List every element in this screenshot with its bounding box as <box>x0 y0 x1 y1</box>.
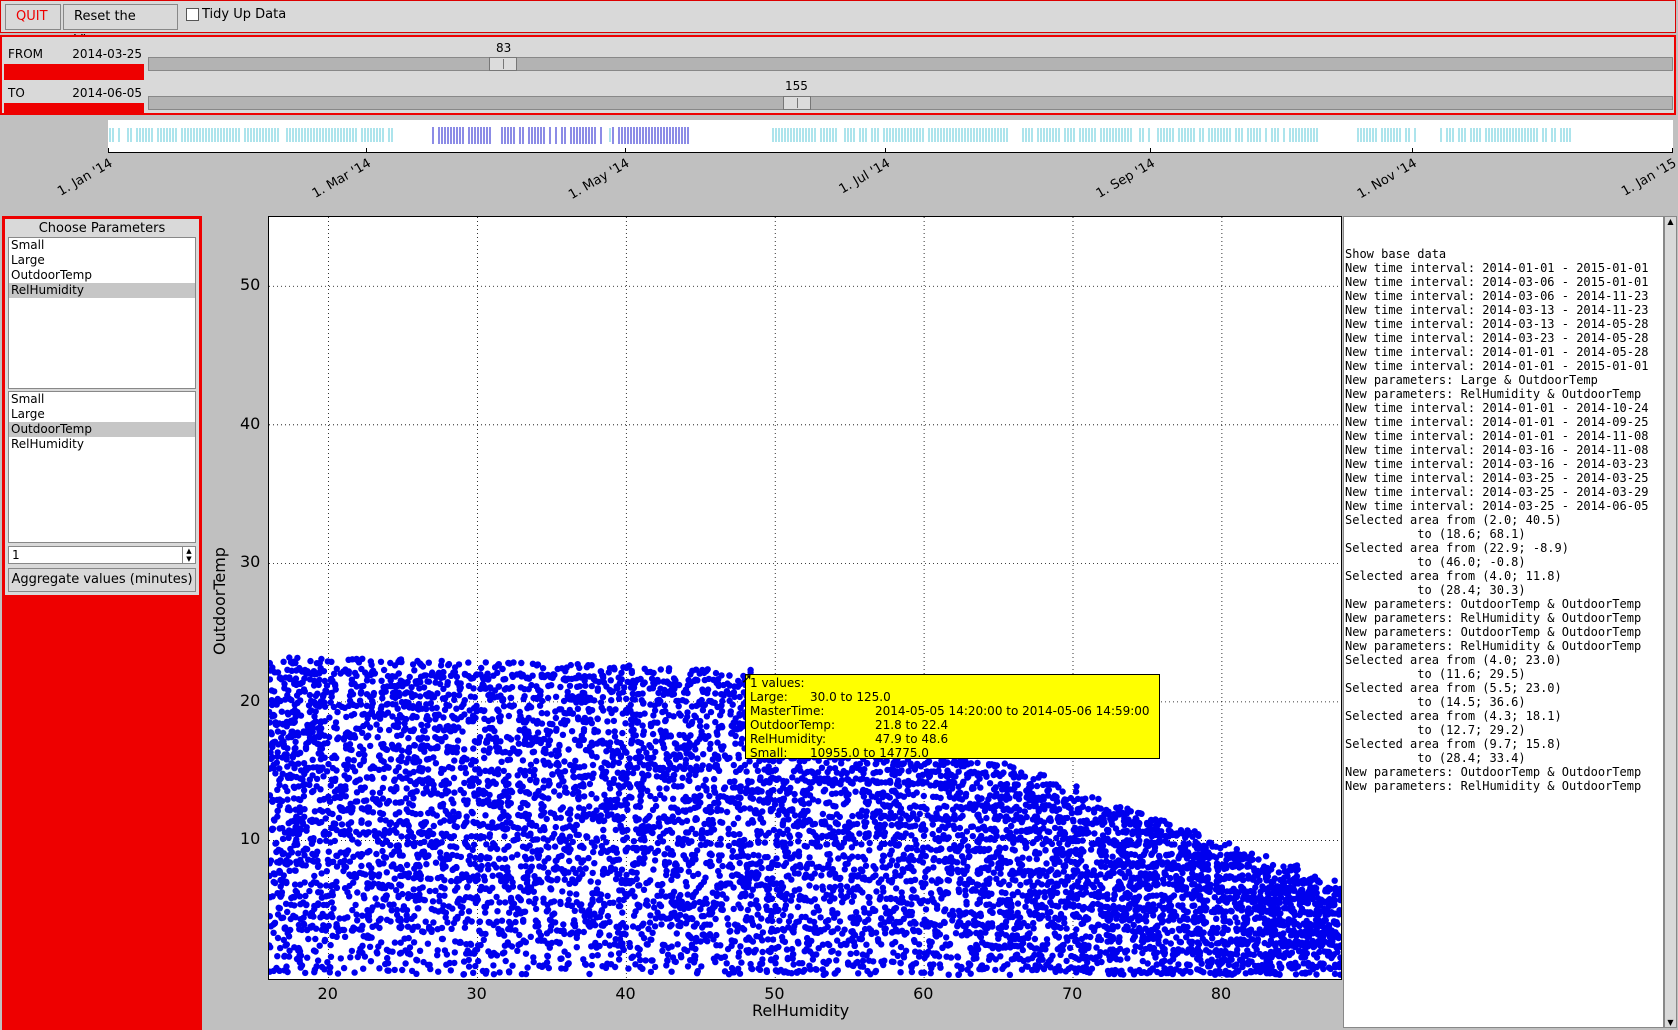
checkbox-box[interactable] <box>186 8 199 21</box>
scroll-down-icon[interactable]: ▼ <box>1665 1018 1676 1027</box>
spin-value: 1 <box>12 548 20 562</box>
x-parameter-list[interactable]: SmallLargeOutdoorTempRelHumidity <box>8 237 196 389</box>
date-range-panel: FROM 2014-03-25 83 TO 2014-06-05 155 <box>0 35 1676 115</box>
x-axis-label: RelHumidity <box>752 1001 849 1020</box>
aggregate-spinbox[interactable]: 1 ▲▼ <box>8 546 196 564</box>
tooltip-key: OutdoorTemp: <box>750 718 835 732</box>
from-label: FROM <box>8 44 43 64</box>
aggregate-button[interactable]: Aggregate values (minutes) <box>8 568 196 592</box>
quit-button[interactable]: QUIT <box>5 4 61 30</box>
y-tick-label: 40 <box>240 414 260 433</box>
timeline-tick-label: 1. Jan '14 <box>55 156 115 199</box>
reset-view-button[interactable]: Reset the View <box>63 4 178 30</box>
plot-canvas <box>269 217 1341 979</box>
tooltip-key: RelHumidity: <box>750 732 826 746</box>
scroll-up-icon[interactable]: ▲ <box>1665 217 1676 226</box>
log-text: Show base data New time interval: 2014-0… <box>1344 217 1663 793</box>
history-log: Show base data New time interval: 2014-0… <box>1343 216 1664 1028</box>
tooltip-key: MasterTime: <box>750 704 824 718</box>
timeline-tick-label: 1. May '14 <box>566 156 632 203</box>
x-param-item-large[interactable]: Large <box>9 253 195 268</box>
to-row: TO 2014-06-05 <box>4 83 144 103</box>
timeline-overview[interactable] <box>108 120 1673 153</box>
log-scrollbar[interactable]: ▲ ▼ <box>1664 216 1677 1028</box>
tooltip-key: Small: <box>750 746 787 760</box>
tooltip-value: 30.0 to 125.0 <box>810 690 891 704</box>
timeline-tick <box>366 148 367 153</box>
scatter-plot[interactable] <box>268 216 1342 980</box>
y-param-item-small[interactable]: Small <box>9 392 195 407</box>
cursor-icon: ➚ <box>741 671 753 687</box>
timeline-tick-label: 1. Mar '14 <box>309 156 373 202</box>
y-parameter-list[interactable]: SmallLargeOutdoorTempRelHumidity <box>8 391 196 543</box>
y-param-item-large[interactable]: Large <box>9 407 195 422</box>
timeline-tick <box>1150 148 1151 153</box>
from-color-bar <box>4 64 144 80</box>
x-tick-label: 60 <box>913 984 933 1003</box>
panel-title: Choose Parameters <box>5 221 199 236</box>
x-tick-label: 20 <box>318 984 338 1003</box>
y-tick-label: 50 <box>240 275 260 294</box>
parameter-panel-body: Choose Parameters SmallLargeOutdoorTempR… <box>5 219 199 595</box>
y-tick-label: 20 <box>240 691 260 710</box>
to-slider[interactable] <box>148 96 1673 110</box>
from-slider-value: 83 <box>496 41 511 55</box>
x-tick-label: 30 <box>466 984 486 1003</box>
to-color-bar <box>4 103 144 113</box>
tidy-up-label: Tidy Up Data <box>202 7 286 22</box>
from-date: 2014-03-25 <box>72 44 142 64</box>
tooltip-header: 1 values: <box>750 676 805 690</box>
x-param-item-small[interactable]: Small <box>9 238 195 253</box>
to-label: TO <box>8 83 25 103</box>
y-axis-label: OutdoorTemp <box>210 547 229 655</box>
from-row: FROM 2014-03-25 <box>4 44 144 64</box>
timeline-tick-label: 1. Sep '14 <box>1093 156 1157 202</box>
timeline-tick-label: 1. Nov '14 <box>1355 156 1420 202</box>
tooltip-value: 2014-05-05 14:20:00 to 2014-05-06 14:59:… <box>875 704 1150 718</box>
x-tick-label: 80 <box>1211 984 1231 1003</box>
tooltip-key: Large: <box>750 690 788 704</box>
timeline-tick <box>625 148 626 153</box>
tooltip-value: 47.9 to 48.6 <box>875 732 948 746</box>
x-tick-label: 70 <box>1062 984 1082 1003</box>
to-date: 2014-06-05 <box>72 83 142 103</box>
tooltip-value: 10955.0 to 14775.0 <box>810 746 929 760</box>
y-tick-label: 10 <box>240 829 260 848</box>
timeline-tick-label: 1. Jan '15 <box>1619 156 1678 199</box>
timeline-bars <box>108 120 1673 152</box>
spin-arrows-icon[interactable]: ▲▼ <box>182 547 195 563</box>
timeline-tick <box>108 148 109 153</box>
x-tick-label: 40 <box>615 984 635 1003</box>
from-slider[interactable] <box>148 57 1673 71</box>
timeline-tick-label: 1. Jul '14 <box>836 156 892 197</box>
x-param-item-outdoortemp[interactable]: OutdoorTemp <box>9 268 195 283</box>
timeline-tick <box>1412 148 1413 153</box>
y-param-item-outdoortemp[interactable]: OutdoorTemp <box>9 422 195 437</box>
timeline-tick <box>1672 148 1673 153</box>
tidy-up-checkbox[interactable]: Tidy Up Data <box>186 7 286 22</box>
hover-tooltip: 1 values:Large: 30.0 to 125.0MasterTime: 2… <box>745 674 1160 759</box>
timeline-tick <box>885 148 886 153</box>
toolbar: QUIT Reset the View Tidy Up Data <box>0 0 1676 33</box>
from-slider-handle[interactable] <box>489 57 517 71</box>
tooltip-value: 21.8 to 22.4 <box>875 718 948 732</box>
y-param-item-relhumidity[interactable]: RelHumidity <box>9 437 195 452</box>
y-tick-label: 30 <box>240 552 260 571</box>
parameter-panel: Choose Parameters SmallLargeOutdoorTempR… <box>2 216 202 1030</box>
to-slider-handle[interactable] <box>783 96 811 110</box>
x-param-item-relhumidity[interactable]: RelHumidity <box>9 283 195 298</box>
to-slider-value: 155 <box>785 79 808 93</box>
